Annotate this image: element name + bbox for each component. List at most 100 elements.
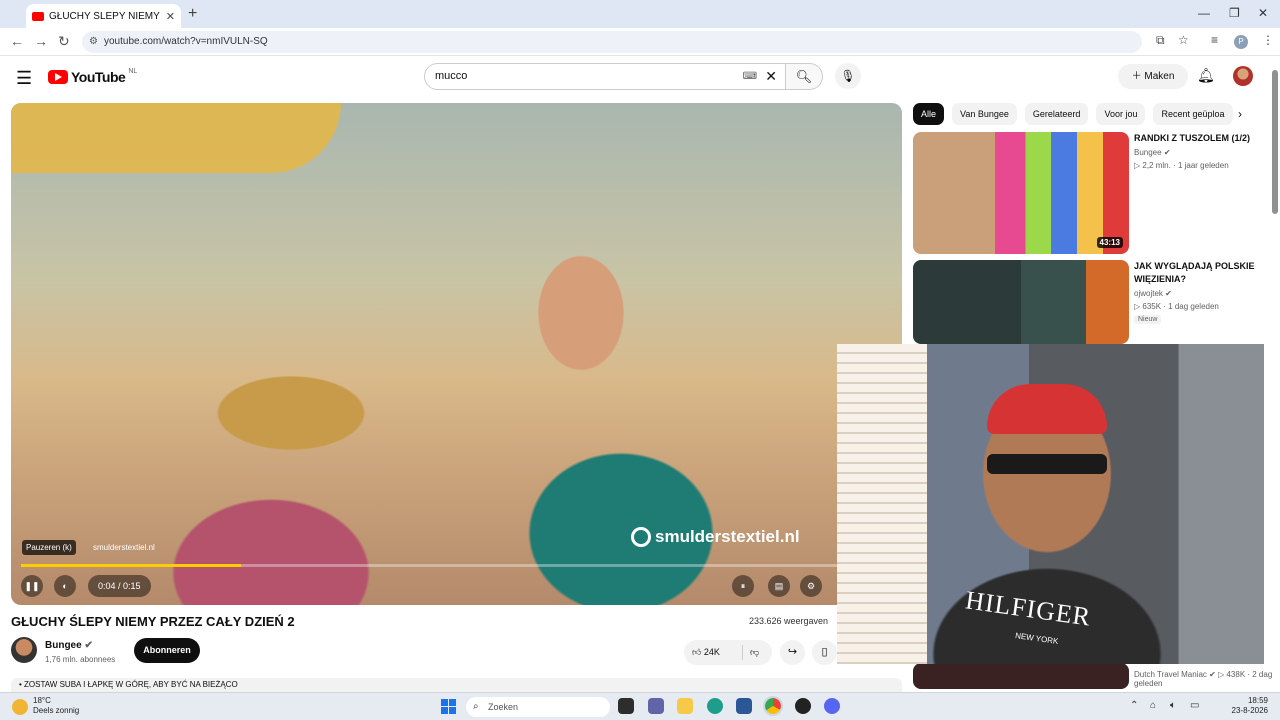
recommended-title[interactable]: JAK WYGLĄDAJĄ POLSKIE WIĘZIENIA? bbox=[1134, 260, 1259, 286]
weather-condition: Deels zonnig bbox=[33, 706, 80, 715]
shirt-logo-sub: NEW YORK bbox=[1014, 631, 1059, 646]
bookmark-star-icon[interactable]: ☆ bbox=[1178, 33, 1189, 47]
create-button[interactable]: ＋ Maken bbox=[1118, 64, 1188, 89]
volume-button[interactable]: ◐ bbox=[54, 575, 76, 597]
weather-sun-icon[interactable] bbox=[12, 699, 28, 715]
back-icon[interactable]: ← bbox=[10, 33, 24, 49]
maximize-button[interactable]: ❐ bbox=[1229, 6, 1240, 20]
share-icon: ↪ bbox=[787, 646, 798, 658]
weather-widget[interactable]: 18°C Deels zonnig bbox=[33, 696, 79, 716]
browser-menu-icon[interactable]: ⋮ bbox=[1262, 33, 1274, 47]
app-icon[interactable] bbox=[795, 698, 811, 714]
clear-search-icon[interactable]: ✕ bbox=[765, 64, 777, 89]
video-player[interactable]: smulderstextiel.nl Pauzeren (k) smulders… bbox=[11, 103, 902, 605]
save-button[interactable]: ▯ bbox=[812, 640, 837, 665]
close-window-button[interactable]: ✕ bbox=[1258, 6, 1268, 20]
autoplay-icon: ⏸ bbox=[740, 581, 746, 591]
chip-related[interactable]: Gerelateerd bbox=[1024, 103, 1089, 125]
recommended-thumbnail[interactable] bbox=[913, 663, 1129, 689]
pause-icon: ❚❚ bbox=[24, 581, 40, 591]
like-count: 24K bbox=[703, 647, 720, 657]
recommended-title[interactable]: RANDKI Z TUSZOLEM (1/2) bbox=[1134, 132, 1259, 145]
discord-icon[interactable] bbox=[824, 698, 840, 714]
verified-check-icon: ✔ bbox=[1163, 148, 1171, 157]
page-scrollbar[interactable] bbox=[1272, 70, 1278, 214]
task-view-icon[interactable] bbox=[618, 698, 634, 714]
recommended-thumbnail[interactable]: 43:13 bbox=[913, 132, 1129, 254]
chip-from-bungee[interactable]: Van Bungee bbox=[952, 103, 1017, 125]
like-divider bbox=[742, 645, 743, 660]
subscribe-button[interactable]: Abonneren bbox=[134, 638, 200, 663]
system-clock[interactable]: 18:59 23-8-2026 bbox=[1216, 696, 1268, 716]
autoplay-toggle[interactable]: ⏸ bbox=[732, 575, 754, 597]
recommended-channel[interactable]: Dutch Travel Maniac ✔ ▷ 438K · 2 dag gel… bbox=[1134, 670, 1280, 688]
edge-icon[interactable] bbox=[707, 698, 723, 714]
time-display: 0:04 / 0:15 bbox=[88, 575, 151, 597]
progress-bar[interactable] bbox=[21, 564, 837, 567]
recommended-channel[interactable]: Bungee ✔ bbox=[1134, 147, 1171, 159]
notifications-bell-icon[interactable]: 🔔︎ bbox=[1197, 67, 1215, 84]
network-icon[interactable]: ⌂ bbox=[1150, 700, 1156, 711]
like-button[interactable]: 👍︎ 24K bbox=[692, 640, 720, 665]
youtube-play-icon bbox=[48, 70, 68, 84]
subtitles-button[interactable]: ▤ bbox=[768, 575, 790, 597]
recommended-channel[interactable]: ojwojtek ✔ bbox=[1134, 288, 1172, 300]
recommended-thumbnail[interactable] bbox=[913, 260, 1129, 344]
taskbar-search[interactable]: ⌕ Zoeken bbox=[466, 697, 610, 717]
new-tab-button[interactable]: + bbox=[188, 5, 197, 23]
hamburger-menu-icon[interactable]: ☰ bbox=[16, 68, 32, 89]
pause-button[interactable]: ❚❚ bbox=[21, 575, 43, 597]
view-count: 233.626 weergaven bbox=[749, 616, 829, 626]
share-button[interactable]: ↪ bbox=[780, 640, 805, 665]
clock-time: 18:59 bbox=[1247, 696, 1268, 705]
chip-for-you[interactable]: Voor jou bbox=[1096, 103, 1146, 125]
chip-all[interactable]: Alle bbox=[913, 103, 945, 125]
teams-icon[interactable] bbox=[648, 698, 664, 714]
channel-name[interactable]: Bungee ✔ bbox=[45, 640, 93, 651]
sponsor-label[interactable]: smulderstextiel.nl bbox=[93, 543, 155, 552]
reading-list-icon[interactable]: ≡ bbox=[1211, 33, 1218, 47]
dislike-button[interactable]: 👎︎ bbox=[750, 640, 759, 665]
store-icon[interactable] bbox=[736, 698, 752, 714]
chip-recent[interactable]: Recent geüploa bbox=[1153, 103, 1233, 125]
settings-button[interactable]: ⚙ bbox=[800, 575, 822, 597]
description-box[interactable]: • ZOSTAW SUBA I ŁAPKĘ W GÓRĘ, ABY BYĆ NA… bbox=[11, 678, 902, 692]
recommended-channel-text: Bungee bbox=[1134, 148, 1162, 157]
verified-check-icon: ✔ bbox=[1165, 289, 1172, 298]
install-icon[interactable]: ⧉ bbox=[1156, 33, 1165, 48]
channel-avatar[interactable] bbox=[11, 637, 37, 663]
tab-close-icon[interactable]: ✕ bbox=[166, 10, 175, 23]
site-info-icon[interactable]: ⚙ bbox=[89, 31, 98, 53]
verified-check-icon: ✔ bbox=[84, 640, 93, 651]
taskbar-search-placeholder: Zoeken bbox=[488, 702, 519, 712]
subscriber-count: 1,76 mln. abonnees bbox=[45, 655, 116, 664]
plus-icon: ＋ bbox=[1131, 71, 1145, 82]
search-input[interactable]: mucco ⌨ ✕ bbox=[424, 63, 786, 90]
temperature: 18°C bbox=[33, 696, 51, 705]
voice-search-button[interactable]: 🎙︎ bbox=[835, 63, 861, 89]
account-avatar[interactable] bbox=[1233, 66, 1253, 86]
minimize-button[interactable]: — bbox=[1198, 6, 1210, 20]
tray-chevron-icon[interactable]: ⌃ bbox=[1130, 700, 1138, 711]
browser-tab[interactable]: GŁUCHY ŚLEPY NIEMY PRZ... ✕ bbox=[26, 4, 181, 28]
pause-tooltip: Pauzeren (k) bbox=[22, 540, 76, 555]
tab-title: GŁUCHY ŚLEPY NIEMY PRZ... bbox=[49, 10, 161, 22]
battery-icon[interactable]: ▭ bbox=[1190, 700, 1199, 711]
file-explorer-icon[interactable] bbox=[677, 698, 693, 714]
reload-icon[interactable]: ↻ bbox=[58, 33, 70, 50]
thumbs-up-icon: 👍︎ bbox=[692, 647, 702, 657]
recommended-meta: ▷ 2,2 mln. · 1 jaar geleden bbox=[1134, 161, 1229, 170]
shirt-logo: HILFIGER bbox=[963, 585, 1093, 632]
keyboard-icon[interactable]: ⌨ bbox=[743, 64, 757, 89]
video-title: GŁUCHY ŚLEPY NIEMY PRZEZ CAŁY DZIEŃ 2 bbox=[11, 614, 295, 629]
address-bar[interactable]: ⚙ youtube.com/watch?v=nmIVULN-SQ bbox=[82, 31, 1142, 53]
chrome-icon[interactable] bbox=[763, 696, 783, 716]
profile-avatar[interactable]: P bbox=[1234, 35, 1248, 49]
window-blinds bbox=[837, 344, 927, 664]
windows-start-icon[interactable] bbox=[441, 699, 456, 714]
chevron-right-icon[interactable]: › bbox=[1238, 107, 1242, 121]
speaker-icon[interactable]: 🔈︎ bbox=[1170, 700, 1176, 711]
youtube-logo[interactable]: YouTube NL bbox=[48, 68, 137, 85]
forward-icon[interactable]: → bbox=[34, 33, 48, 49]
search-button[interactable]: 🔍︎ bbox=[785, 63, 823, 90]
